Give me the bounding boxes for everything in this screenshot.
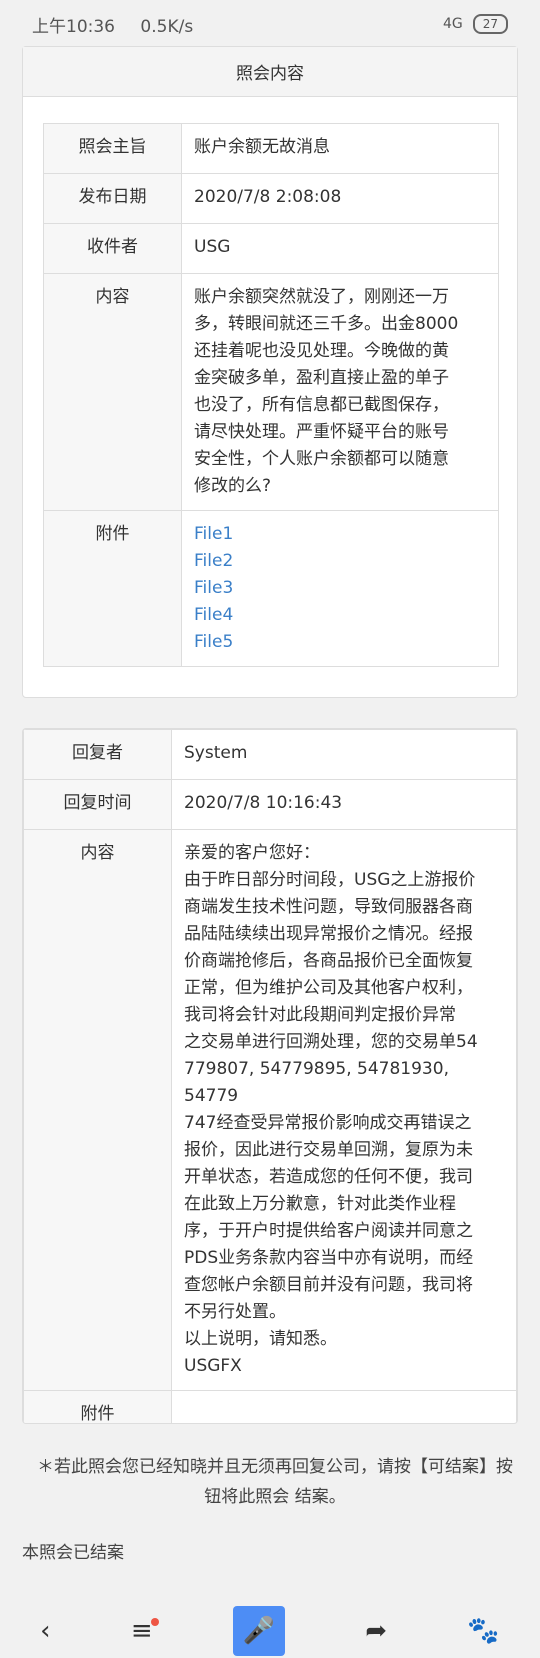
reply-line: 查您帐户余额目前并没有问题，我司将 xyxy=(184,1275,473,1295)
reply-line: 开单状态，若造成您的任何不便，我司 xyxy=(184,1167,473,1187)
browser-bottom-bar: ‹ ≡ 🎤 ➦ 🐾 xyxy=(0,1604,540,1658)
content-line: 金突破多单，盈利直接止盈的单子 xyxy=(194,368,449,388)
reply-line: 序，于开户时提供给客户阅读并同意之 xyxy=(184,1221,473,1241)
reply-time-value: 2020/7/8 10:16:43 xyxy=(171,779,517,830)
file-link[interactable]: File2 xyxy=(194,548,486,575)
file-link[interactable]: File4 xyxy=(194,602,486,629)
subject-value: 账户余额无故消息 xyxy=(181,123,499,174)
content-line: 请尽快处理。严重怀疑平台的账号 xyxy=(194,422,449,442)
reply-line: 由于昨日部分时间段，USG之上游报价 xyxy=(184,870,476,890)
reply-table: 回复者 System 回复时间 2020/7/8 10:16:43 内容 亲爱的… xyxy=(23,729,517,1423)
reply-line: 报价，因此进行交易单回溯，复原为未 xyxy=(184,1140,473,1160)
reply-time-label: 回复时间 xyxy=(23,779,172,830)
recipient-label: 收件者 xyxy=(43,223,182,274)
close-instruction: ＊若此照会您已经知晓并且无须再回复公司，请按【可结案】按钮将此照会 结案。 xyxy=(37,1457,513,1507)
file-link[interactable]: File3 xyxy=(194,575,486,602)
reply-line: 747经查受异常报价影响成交再错误之 xyxy=(184,1113,472,1133)
date-label: 发布日期 xyxy=(43,173,182,224)
replier-label: 回复者 xyxy=(23,729,172,780)
reply-line: 779807, 54779895, 54781930, 54779 xyxy=(184,1059,449,1106)
reply-content: 亲爱的客户您好： 由于昨日部分时间段，USG之上游报价 商端发生技术性问题，导致… xyxy=(171,829,517,1391)
reply-content-label: 内容 xyxy=(23,829,172,1391)
microphone-icon: 🎤 xyxy=(242,1616,276,1646)
reply-line: 品陆陆续续出现异常报价之情况。经报 xyxy=(184,924,473,944)
content-line: 也没了，所有信息都已截图保存， xyxy=(194,395,449,415)
content-line: 还挂着呢也没见处理。今晚做的黄 xyxy=(194,341,449,361)
microphone-button[interactable]: 🎤 xyxy=(232,1606,285,1656)
reply-line: 之交易单进行回溯处理，您的交易单54 xyxy=(184,1032,478,1052)
reply-line: 不另行处置。 xyxy=(184,1302,286,1322)
reply-line: 商端发生技术性问题，导致伺服器各商 xyxy=(184,897,473,917)
status-speed: 0.5K/s xyxy=(140,16,194,37)
inquiry-table: 照会主旨 账户余额无故消息 发布日期 2020/7/8 2:08:08 收件者 … xyxy=(43,123,499,667)
back-icon[interactable]: ‹ xyxy=(40,1616,50,1646)
file-link[interactable]: File1 xyxy=(194,521,486,548)
status-time: 上午10:36 xyxy=(32,16,115,37)
file-link[interactable]: File5 xyxy=(194,629,486,656)
reply-line: 我司将会针对此段期间判定报价异常 xyxy=(184,1005,456,1025)
content-line: 修改的么? xyxy=(194,476,272,496)
reply-line: 价商端抢修后，各商品报价已全面恢复 xyxy=(184,951,473,971)
paw-icon[interactable]: 🐾 xyxy=(467,1616,499,1646)
attachment-list: File1 File2 File3 File4 File5 xyxy=(181,510,499,667)
reply-line: PDS业务条款内容当中亦有说明，而经 xyxy=(184,1248,474,1268)
subject-label: 照会主旨 xyxy=(43,123,182,174)
reply-line: USGFX xyxy=(184,1356,242,1376)
network-label: 4G xyxy=(442,16,463,32)
reply-line: 在此致上万分歉意，针对此类作业程 xyxy=(184,1194,456,1214)
battery-icon: 27 xyxy=(472,14,508,34)
closed-status: 本照会已结案 xyxy=(22,1543,124,1563)
notification-dot xyxy=(150,1618,159,1626)
replier-value: System xyxy=(171,729,517,780)
reply-line: 亲爱的客户您好： xyxy=(184,843,320,863)
reply-attachment-label: 附件 xyxy=(23,1390,172,1423)
reply-card: 回复者 System 回复时间 2020/7/8 10:16:43 内容 亲爱的… xyxy=(22,728,518,1424)
reply-line: 正常，但为维护公司及其他客户权利， xyxy=(184,978,473,998)
attachment-label: 附件 xyxy=(43,510,182,667)
inquiry-card: 照会内容 照会主旨 账户余额无故消息 发布日期 2020/7/8 2:08:08… xyxy=(22,46,518,698)
menu-glyph: ≡ xyxy=(130,1616,153,1646)
date-value: 2020/7/8 2:08:08 xyxy=(181,173,499,224)
share-icon[interactable]: ➦ xyxy=(365,1616,387,1646)
inquiry-content: 账户余额突然就没了，刚刚还一万 多，转眼间就还三千多。出金8000 还挂着呢也没… xyxy=(181,273,499,511)
reply-line: 以上说明，请知悉。 xyxy=(184,1329,337,1349)
status-bar: 上午10:36 0.5K/s 4G 27 xyxy=(0,0,540,48)
content-line: 账户余额突然就没了，刚刚还一万 xyxy=(194,287,449,307)
content-line: 安全性，个人账户余额都可以随意 xyxy=(194,449,449,469)
menu-icon[interactable]: ≡ xyxy=(130,1616,159,1646)
content-label: 内容 xyxy=(43,273,182,511)
reply-attachment-value xyxy=(171,1390,517,1423)
recipient-value: USG xyxy=(181,223,499,274)
content-line: 多，转眼间就还三千多。出金8000 xyxy=(194,314,459,334)
inquiry-title: 照会内容 xyxy=(23,47,517,97)
